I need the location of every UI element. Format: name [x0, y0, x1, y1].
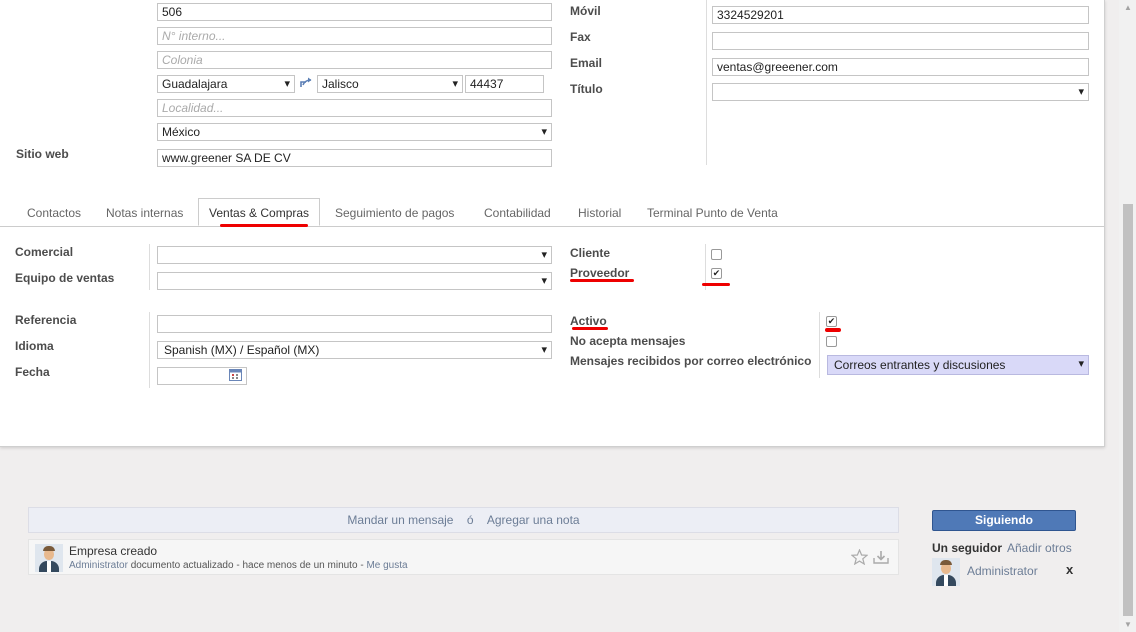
language-label: Idioma: [15, 339, 54, 353]
divider: [706, 0, 707, 165]
follower-avatar: [932, 558, 960, 586]
country-value: México: [162, 125, 201, 139]
website-input[interactable]: www.greener SA DE CV: [157, 149, 552, 167]
website-label: Sitio web: [16, 147, 69, 161]
message-time: hace menos de un minuto: [242, 560, 358, 571]
zip-input[interactable]: 44437: [465, 75, 544, 93]
calendar-icon[interactable]: [229, 369, 242, 381]
email-messages-select[interactable]: Correos entrantes y discusiones: [827, 355, 1089, 375]
state-select[interactable]: Jalisco: [317, 75, 463, 93]
proveedor-checkbox[interactable]: ✔: [711, 268, 722, 279]
activo-checkbox-highlight: [825, 328, 841, 332]
tab-ventas-compras[interactable]: Ventas & Compras: [198, 198, 321, 226]
email-label: Email: [570, 56, 603, 70]
add-note-link[interactable]: Agregar una nota: [487, 513, 580, 527]
no-messages-label: No acepta mensajes: [570, 334, 686, 348]
followers-count: Un seguidor: [932, 541, 1003, 555]
comercial-label: Comercial: [15, 245, 74, 259]
tab-contactos[interactable]: Contactos: [27, 206, 81, 220]
tab-terminal-punto-venta[interactable]: Terminal Punto de Venta: [647, 206, 778, 220]
no-messages-checkbox[interactable]: [826, 336, 837, 347]
tab-notas-internas[interactable]: Notas internas: [106, 206, 183, 220]
proveedor-label: Proveedor: [570, 266, 630, 280]
cliente-checkbox[interactable]: [711, 249, 722, 260]
add-followers-link[interactable]: Añadir otros: [1007, 541, 1072, 555]
separator-text: ó: [466, 513, 474, 527]
proveedor-checkbox-highlight: [702, 283, 730, 286]
message-item: Empresa creado Administrator documento a…: [28, 539, 899, 575]
street-number-input[interactable]: 506: [157, 3, 552, 21]
interior-number-input[interactable]: N° interno...: [157, 27, 552, 45]
tab-seguimiento-pagos[interactable]: Seguimiento de pagos: [335, 206, 454, 220]
scroll-down-icon[interactable]: ▼: [1124, 620, 1132, 629]
chatter-composer-bar: Mandar un mensaje ó Agregar una nota: [28, 507, 899, 533]
avatar: [35, 544, 63, 572]
reference-input[interactable]: [157, 315, 552, 333]
language-select[interactable]: Spanish (MX) / Español (MX): [157, 341, 552, 359]
form-sheet: 506 N° interno... Colonia Guadalajara Ja…: [0, 0, 1105, 447]
title-select[interactable]: [712, 83, 1089, 101]
tab-historial[interactable]: Historial: [578, 206, 621, 220]
remove-follower-icon[interactable]: x: [1066, 562, 1073, 577]
scrollbar-thumb[interactable]: [1123, 204, 1133, 616]
following-button[interactable]: Siguiendo: [932, 510, 1076, 531]
cliente-label: Cliente: [570, 246, 611, 260]
divider: [819, 312, 820, 378]
city-select[interactable]: Guadalajara: [157, 75, 295, 93]
activo-highlight: [572, 327, 608, 330]
tab-contabilidad[interactable]: Contabilidad: [484, 206, 551, 220]
email-input[interactable]: ventas@greeener.com: [712, 58, 1089, 76]
fax-input[interactable]: [712, 32, 1089, 50]
mobile-label: Móvil: [570, 4, 601, 18]
message-meta: Administrator documento actualizado - ha…: [69, 560, 408, 571]
vertical-scrollbar[interactable]: ▲ ▼: [1119, 0, 1136, 632]
sales-team-label: Equipo de ventas: [15, 271, 115, 285]
tabs-divider: [0, 226, 1104, 227]
archive-icon[interactable]: [872, 549, 890, 568]
external-link-icon[interactable]: [299, 76, 313, 90]
comercial-select[interactable]: [157, 246, 552, 264]
active-tab-highlight: [220, 224, 308, 227]
state-value: Jalisco: [322, 77, 359, 91]
email-messages-value: Correos entrantes y discusiones: [834, 358, 1006, 372]
language-value: Spanish (MX) / Español (MX): [164, 343, 320, 357]
date-label: Fecha: [15, 365, 50, 379]
meta-separator: -: [236, 560, 240, 571]
message-title: Empresa creado: [69, 544, 158, 558]
proveedor-highlight: [570, 279, 634, 282]
star-icon[interactable]: [850, 548, 869, 568]
country-select[interactable]: México: [157, 123, 552, 141]
meta-separator: -: [360, 560, 364, 571]
scroll-up-icon[interactable]: ▲: [1124, 3, 1132, 12]
message-author-link[interactable]: Administrator: [69, 560, 128, 571]
locality-input[interactable]: Localidad...: [157, 99, 552, 117]
divider: [149, 244, 150, 290]
sales-team-select[interactable]: [157, 272, 552, 290]
mobile-input[interactable]: 3324529201: [712, 6, 1089, 24]
divider: [149, 312, 150, 388]
email-messages-label: Mensajes recibidos por correo electrónic…: [570, 354, 812, 368]
city-value: Guadalajara: [162, 77, 228, 91]
activo-checkbox[interactable]: ✔: [826, 316, 837, 327]
message-body: documento actualizado: [130, 560, 234, 571]
send-message-link[interactable]: Mandar un mensaje: [347, 513, 453, 527]
reference-label: Referencia: [15, 313, 77, 327]
like-link[interactable]: Me gusta: [366, 560, 407, 571]
colonia-input[interactable]: Colonia: [157, 51, 552, 69]
activo-label: Activo: [570, 314, 607, 328]
follower-name-link[interactable]: Administrator: [967, 564, 1038, 578]
fax-label: Fax: [570, 30, 591, 44]
title-label: Título: [570, 82, 603, 96]
